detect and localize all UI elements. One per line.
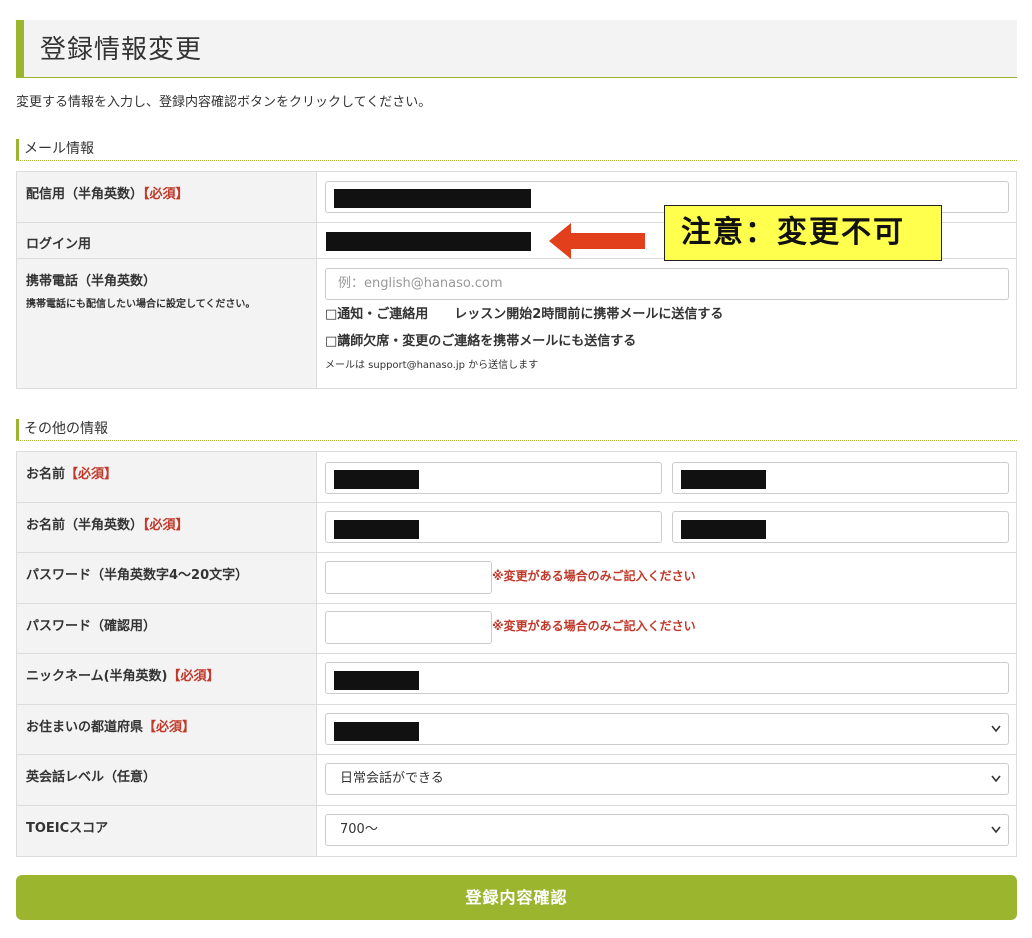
nickname-row: ニックネーム(半角英数)【必須】 <box>17 654 1016 705</box>
required-tag: 【必須】 <box>143 518 189 533</box>
prefecture-row: お住まいの都道府県【必須】 <box>17 705 1016 755</box>
chevron-down-icon <box>990 714 1002 756</box>
redacted-value <box>334 722 419 741</box>
confirm-registration-button[interactable]: 登録内容確認 <box>16 875 1017 920</box>
password-row: パスワード（半角英数字4〜20文字） ※変更がある場合のみご記入ください <box>17 553 1016 604</box>
password-confirm-note: ※変更がある場合のみご記入ください <box>492 619 696 633</box>
nickname-label: ニックネーム(半角英数)【必須】 <box>17 654 317 704</box>
login-email-label: ログイン用 <box>17 223 317 258</box>
mobile-email-sublabel: 携帯電話にも配信したい場合に設定してください。 <box>26 299 256 310</box>
english-level-select[interactable]: 日常会話ができる <box>325 763 1009 795</box>
password-label: パスワード（半角英数字4〜20文字） <box>17 553 317 603</box>
page-title-bar: 登録情報変更 <box>16 20 1017 78</box>
toeic-label: TOEICスコア <box>17 806 317 856</box>
password-confirm-row: パスワード（確認用） ※変更がある場合のみご記入ください <box>17 604 1016 654</box>
required-tag: 【必須】 <box>65 467 118 482</box>
intro-text: 変更する情報を入力し、登録内容確認ボタンをクリックしてください。 <box>16 95 432 110</box>
mail-form-table: 配信用（半角英数）【必須】 ログイン用 携帯電話（半角英数） 携帯電話にも配信した… <box>16 171 1017 389</box>
mail-section-heading: メール情報 <box>16 139 1017 161</box>
warning-callout: 注意：変更不可 <box>664 205 942 261</box>
first-name-en-input[interactable] <box>672 511 1009 543</box>
name-row: お名前【必須】 <box>17 452 1016 503</box>
teacher-change-checkbox[interactable]: □講師欠席・変更のご連絡を携帯メールにも送信する <box>325 330 636 349</box>
last-name-input[interactable] <box>325 462 662 494</box>
password-confirm-input[interactable] <box>325 611 492 644</box>
page-title: 登録情報変更 <box>40 35 203 65</box>
mobile-email-row: 携帯電話（半角英数） 携帯電話にも配信したい場合に設定してください。 例：engl… <box>17 259 1016 388</box>
chevron-down-icon <box>990 815 1002 857</box>
sender-note: メールは support@hanaso.jp から送信します <box>325 360 539 371</box>
required-tag: 【必須】 <box>167 669 220 684</box>
redacted-value <box>334 189 531 208</box>
prefecture-select[interactable] <box>325 713 1009 745</box>
name-en-label: お名前（半角英数）【必須】 <box>17 503 317 552</box>
mobile-email-input[interactable]: 例：english@hanaso.com <box>325 268 1009 300</box>
notify-checkbox[interactable]: □通知・ご連絡用 レッスン開始2時間前に携帯メールに送信する <box>325 303 723 322</box>
english-level-row: 英会話レベル（任意） 日常会話ができる <box>17 755 1016 806</box>
toeic-select[interactable]: 700〜 <box>325 814 1009 846</box>
name-label: お名前【必須】 <box>17 452 317 502</box>
password-input[interactable] <box>325 561 492 594</box>
redacted-value <box>681 470 766 489</box>
other-section-heading: その他の情報 <box>16 419 1017 441</box>
other-form-table: お名前【必須】 お名前（半角英数）【必須】 パスワード（半角英数字4〜20文字）… <box>16 451 1017 857</box>
mobile-email-label: 携帯電話（半角英数） 携帯電話にも配信したい場合に設定してください。 <box>17 259 317 388</box>
password-note: ※変更がある場合のみご記入ください <box>492 569 696 583</box>
redacted-value <box>334 520 419 539</box>
password-confirm-label: パスワード（確認用） <box>17 604 317 653</box>
last-name-en-input[interactable] <box>325 511 662 543</box>
required-tag: 【必須】 <box>143 720 196 735</box>
redacted-value <box>334 470 419 489</box>
delivery-email-label: 配信用（半角英数）【必須】 <box>17 172 317 222</box>
prefecture-label: お住まいの都道府県【必須】 <box>17 705 317 754</box>
left-arrow-icon <box>549 223 645 259</box>
name-en-row: お名前（半角英数）【必須】 <box>17 503 1016 553</box>
redacted-value <box>681 520 766 539</box>
toeic-value: 700〜 <box>340 822 378 837</box>
redacted-value <box>334 671 419 690</box>
toeic-row: TOEICスコア 700〜 <box>17 806 1016 856</box>
nickname-input[interactable] <box>325 662 1009 694</box>
first-name-input[interactable] <box>672 462 1009 494</box>
chevron-down-icon <box>990 764 1002 806</box>
english-level-value: 日常会話ができる <box>340 771 444 786</box>
required-tag: 【必須】 <box>143 187 189 202</box>
english-level-label: 英会話レベル（任意） <box>17 755 317 805</box>
login-email-value-redacted <box>326 232 531 251</box>
